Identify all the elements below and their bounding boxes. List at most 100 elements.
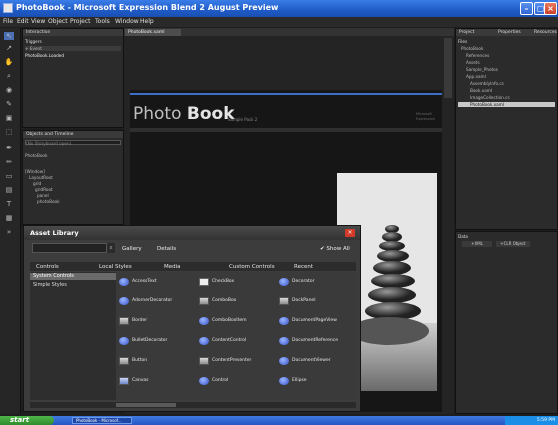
asset-item[interactable]: BulletDecorator [119,336,199,347]
menu-window[interactable]: Window [115,18,139,25]
asset-item[interactable]: CheckBox [199,277,279,288]
menu-file[interactable]: File [3,18,13,25]
asset-item[interactable]: ComboBox [199,296,279,307]
menu-view[interactable]: View [31,18,45,25]
oval-icon [119,278,129,286]
tab-media[interactable]: Media [164,264,181,270]
minimize-button[interactable]: – [520,2,533,15]
direct-select-tool-icon[interactable]: ↗ [4,44,14,52]
tab-properties[interactable]: Properties [498,29,521,36]
close-button[interactable]: × [544,2,557,15]
asset-tool-icon[interactable]: » [4,228,14,236]
pen-tool-icon[interactable]: ✒ [4,144,14,152]
scrollbar-thumb[interactable] [116,403,176,407]
tree-item[interactable]: photoBook [25,199,121,204]
project-tree-item[interactable]: ImageCollection.cs [458,95,555,100]
gallery-button[interactable]: Gallery [122,246,142,252]
tree-item[interactable]: panel [25,193,121,198]
menu-project[interactable]: Project [70,18,91,25]
show-all-checkbox[interactable]: ✔ Show All [320,246,350,252]
project-tree-item[interactable]: App.xaml [458,74,555,79]
pan-tool-icon[interactable]: ✋ [4,58,14,66]
search-clear-icon[interactable]: x [107,243,115,253]
add-event-button[interactable]: + Event [25,46,121,51]
asset-item[interactable]: DocumentPageView [279,316,359,327]
triggers-label: Triggers [25,39,42,44]
asset-item[interactable]: AdornerDecorator [119,296,199,307]
asset-item[interactable]: DockPanel [279,296,359,307]
add-xml-button[interactable]: +XML [462,241,492,247]
category-simple-styles[interactable]: Simple Styles [33,282,67,288]
document-tab[interactable]: PhotoBook.xaml [125,29,181,36]
close-icon[interactable]: × [345,229,355,237]
asset-item[interactable]: ComboBoxItem [199,316,279,327]
contentpresenter-icon [199,357,209,365]
project-tree-item[interactable]: Sample_Photos [458,67,555,72]
tree-item[interactable]: LayoutRoot [25,175,121,180]
horizontal-scrollbar[interactable] [30,402,356,408]
asset-item[interactable]: Border [119,316,199,327]
control-tool-icon[interactable]: ▦ [4,214,14,222]
tree-item[interactable]: gridRoot [25,187,121,192]
text-tool-icon[interactable]: T [4,200,14,208]
checkbox-icon [199,278,209,286]
category-system-controls[interactable]: System Controls [30,273,116,280]
project-tree-item[interactable]: References [458,53,555,58]
button-icon [119,357,129,365]
storyboard-selector[interactable]: (No Storyboard open) [25,140,121,146]
pencil-tool-icon[interactable]: ✏ [4,158,14,166]
tab-recent[interactable]: Recent [294,264,313,270]
zoom-tool-icon[interactable]: ⌕ [4,72,14,80]
camera-tool-icon[interactable]: ◉ [4,86,14,94]
asset-item[interactable]: Control [199,376,279,387]
eyedropper-tool-icon[interactable]: ✎ [4,100,14,108]
details-button[interactable]: Details [157,246,176,252]
asset-item[interactable]: AccessText [119,277,199,288]
asset-item[interactable]: DocumentViewer [279,356,359,367]
start-button[interactable]: start [0,416,54,425]
asset-item[interactable]: DocumentReference [279,336,359,347]
asset-item[interactable]: Ellipse [279,376,359,387]
asset-item[interactable]: ContentPresenter [199,356,279,367]
oval-icon [119,337,129,345]
menu-bar: File Edit View Object Project Tools Wind… [0,17,558,27]
asset-search-input[interactable] [32,243,107,253]
objects-timeline-panel: Objects and Timeline (No Storyboard open… [22,130,124,225]
project-tree-item[interactable]: PhotoBook [458,46,555,51]
paint-bucket-tool-icon[interactable]: ▣ [4,114,14,122]
taskbar-item[interactable]: PhotoBook - Microsof... [72,417,132,424]
menu-tools[interactable]: Tools [95,18,110,25]
project-tree-item[interactable]: Book.xaml [458,88,555,93]
selection-tool-icon[interactable]: ↖ [4,32,14,40]
menu-help[interactable]: Help [140,18,154,25]
layout-tool-icon[interactable]: ▤ [4,186,14,194]
tab-custom-controls[interactable]: Custom Controls [229,264,275,270]
project-tree-item[interactable]: Assets [458,60,555,65]
project-tree-item[interactable]: AssemblyInfo.cs [458,81,555,86]
project-tree-item-selected[interactable]: PhotoBook.xaml [458,102,555,107]
asset-grid: AccessText CheckBox Decorator AdornerDec… [116,272,356,400]
taskbar: start PhotoBook - Microsof... 5:59 PM [0,416,558,425]
asset-item[interactable]: ContentControl [199,336,279,347]
trigger-item[interactable]: PhotoBook.Loaded [25,53,121,58]
tree-item[interactable]: [Window] [25,169,121,174]
brush-transform-tool-icon[interactable]: ⬚ [4,128,14,136]
menu-edit[interactable]: Edit [17,18,29,25]
tree-item[interactable]: grid [25,181,121,186]
tab-project[interactable]: Project [459,30,474,35]
tree-item[interactable]: PhotoBook [25,153,121,158]
tab-resources[interactable]: Resources [534,29,557,36]
view-switcher[interactable] [444,38,452,98]
oval-icon [279,317,289,325]
asset-item[interactable]: Button [119,356,199,367]
tab-controls[interactable]: Controls [36,264,59,270]
rectangle-tool-icon[interactable]: ▭ [4,172,14,180]
combobox-icon [199,297,209,305]
app-icon [3,3,13,13]
add-clr-object-button[interactable]: +CLR Object [496,241,530,247]
data-panel: Data +XML +CLR Object [455,231,558,414]
asset-item[interactable]: Decorator [279,277,359,288]
asset-item[interactable]: Canvas [119,376,199,387]
menu-object[interactable]: Object [48,18,68,25]
tab-local-styles[interactable]: Local Styles [99,264,132,270]
